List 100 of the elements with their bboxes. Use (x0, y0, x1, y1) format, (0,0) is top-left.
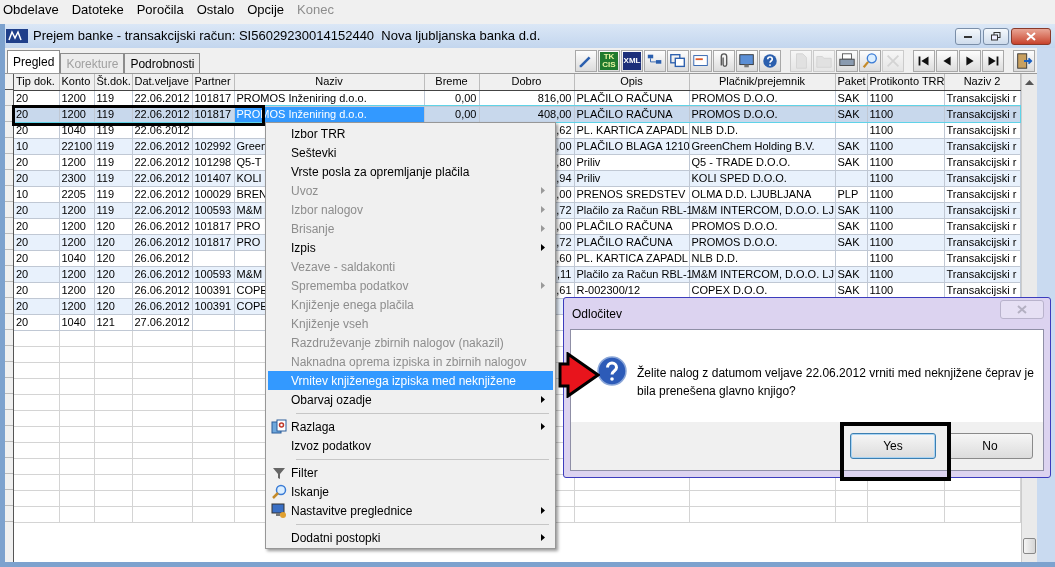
table-cell: Priliv (576, 155, 601, 168)
table-cell: 119 (96, 123, 115, 136)
table-cell: 1100 (869, 123, 894, 136)
table-cell: NLB D.D. (691, 123, 738, 136)
table-cell: Transakcijski r (946, 267, 1017, 280)
table-cell: ,72 (556, 235, 572, 248)
table-cell: 101817 (194, 91, 232, 104)
table-cell: 20 (16, 107, 29, 120)
table-cell: 120 (96, 235, 115, 248)
table-cell: 100593 (194, 203, 232, 216)
table-cell: 26.06.2012 (134, 299, 190, 312)
table-cell: PROMOS D.O.O. (691, 235, 778, 248)
table-cell: 120 (96, 219, 115, 232)
table-cell: 1100 (869, 107, 894, 120)
table-cell: M&M (236, 203, 263, 216)
table-cell: 20 (16, 203, 29, 216)
table-cell: 26.06.2012 (134, 283, 190, 296)
table-cell: 20 (16, 315, 29, 328)
table-cell: ,11 (557, 267, 572, 280)
table-cell: 1100 (869, 155, 894, 168)
table-cell: 1040 (61, 315, 86, 328)
table-cell: SAK (837, 203, 860, 216)
table-cell: 20 (16, 283, 29, 296)
table-cell: 0,00 (455, 91, 477, 104)
table-cell: 22.06.2012 (134, 91, 190, 104)
table-cell: 1100 (869, 91, 894, 104)
table-cell: Priliv (576, 171, 601, 184)
table-cell: 1200 (61, 235, 86, 248)
table-cell: 1100 (869, 139, 894, 152)
table-cell: Transakcijski r (946, 107, 1017, 120)
table-cell: Transakcijski r (946, 171, 1017, 184)
table-cell: 1100 (869, 171, 894, 184)
table-cell: 1200 (61, 283, 86, 296)
table-cell: 101817 (194, 107, 232, 120)
window-title: Prejem banke - transakcijski račun: SI56029230014152440 Nova ljubljanska banka d.d. (33, 27, 541, 46)
table-cell: SAK (837, 219, 860, 232)
table-cell: 27.06.2012 (134, 315, 190, 328)
table-cell: M&M INTERCOM, D.O.O. LJ (691, 203, 834, 216)
table-cell: 101407 (194, 171, 232, 184)
table-cell: KOLI (236, 171, 262, 184)
table-cell: 26.06.2012 (134, 267, 190, 280)
table-cell: 22.06.2012 (134, 139, 190, 152)
table-cell: 1200 (61, 219, 86, 232)
table-cell: 1100 (869, 219, 894, 232)
table-cell: SAK (837, 107, 860, 120)
table-cell: Transakcijski r (946, 203, 1017, 216)
table-cell: 1100 (869, 251, 894, 264)
table-cell: 1200 (61, 203, 86, 216)
table-cell: 20 (16, 123, 29, 136)
table-cell: 120 (96, 299, 115, 312)
table-cell: 20 (16, 155, 29, 168)
table-cell: 26.06.2012 (134, 235, 190, 248)
table-cell: 10 (16, 187, 29, 200)
table-cell: 119 (96, 91, 115, 104)
table-cell: SAK (837, 155, 860, 168)
table-cell: 119 (96, 107, 115, 120)
table-cell: 119 (96, 187, 115, 200)
table-cell: Transakcijski r (946, 123, 1017, 136)
table-cell: 22.06.2012 (134, 155, 190, 168)
table-cell: 2300 (61, 171, 86, 184)
table-cell: 20 (16, 91, 29, 104)
table-cell: PLP (837, 187, 859, 200)
table-cell: 120 (96, 267, 115, 280)
table-cell: PLAČILO RAČUNA (576, 91, 673, 104)
table-cell: 1200 (61, 155, 86, 168)
table-cell: PROMOS Inženiring d.o.o. (236, 91, 367, 104)
table-cell: ,72 (556, 203, 572, 216)
table-cell: Transakcijski r (946, 91, 1017, 104)
table-cell: 100029 (194, 187, 232, 200)
table-cell: 1100 (869, 267, 894, 280)
table-cell: SAK (837, 139, 860, 152)
table-cell: 20 (16, 251, 29, 264)
table-cell: 20 (16, 171, 29, 184)
toolbar-badge-text: TK (603, 53, 615, 61)
table-cell: PROMOS D.O.O. (691, 91, 778, 104)
table-cell: 22.06.2012 (134, 123, 190, 136)
table-cell: 22.06.2012 (134, 203, 190, 216)
table-cell: GreenChem Holding B.V. (691, 139, 815, 152)
table-cell: 119 (96, 139, 115, 152)
table-cell: 408,00 (537, 107, 572, 120)
table-cell: Plačilo za Račun RBL-1 (576, 203, 693, 216)
table-cell: 1100 (869, 187, 894, 200)
table-cell: 20 (16, 219, 29, 232)
table-cell: PROMOS D.O.O. (691, 107, 778, 120)
table-cell: KOLI SPED D.O.O. (691, 171, 787, 184)
table-cell: Transakcijski r (946, 251, 1017, 264)
table-cell: ,62 (556, 123, 572, 136)
table-cell: M&M (236, 267, 263, 280)
table-cell: 1200 (61, 91, 86, 104)
table-cell: 1200 (61, 107, 86, 120)
table-cell: 100391 (194, 283, 232, 296)
table-cell: Transakcijski r (946, 187, 1017, 200)
table-cell: 120 (96, 283, 115, 296)
table-cell: ,61 (556, 283, 572, 296)
table-cell: 22.06.2012 (134, 187, 190, 200)
table-cell: PL. KARTICA ZAPADL (576, 251, 688, 264)
table-cell: PROMOS D.O.O. (691, 219, 778, 232)
table-cell: 102992 (194, 139, 232, 152)
dialog-message: Želite nalog z datumom veljave 22.06.2012 vrniti med neknjižene čeprav je bila prenešena glavno knjigo? (637, 364, 1035, 400)
table-cell: PLAČILO BLAGA 1210 (576, 139, 690, 152)
